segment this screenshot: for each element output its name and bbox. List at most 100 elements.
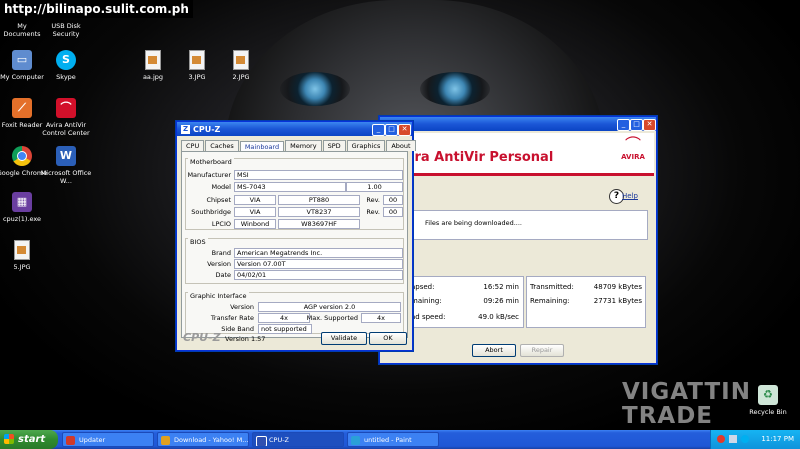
paint-icon — [351, 436, 360, 445]
close-button[interactable]: ✕ — [398, 124, 411, 136]
desktop-icon-label: 5.JPG — [13, 263, 31, 271]
site-watermark: http://bilinapo.sulit.com.ph — [0, 0, 193, 18]
field-label: Brand — [211, 249, 231, 257]
bios-date-value: 04/02/01 — [234, 270, 403, 280]
maximize-button[interactable]: □ — [385, 124, 398, 136]
abort-button[interactable]: Abort — [472, 344, 516, 357]
avira-tray-icon[interactable] — [717, 435, 725, 443]
desktop-icon-label: cpuz(1).exe — [2, 215, 42, 223]
avira-updater-icon — [66, 436, 75, 445]
word-document-icon: W — [56, 146, 76, 166]
skype-tray-icon[interactable] — [741, 435, 749, 443]
stat-label: Transmitted: — [530, 283, 574, 291]
clock[interactable]: 11:17 PM — [761, 435, 794, 443]
cpuz-footer: CPU-Z Version 1.57 Validate OK — [181, 330, 408, 346]
field-label: Transfer Rate — [210, 314, 254, 322]
desktop-icon-label: My Documents — [3, 22, 41, 38]
start-button[interactable]: start — [0, 430, 58, 449]
tab-cpu[interactable]: CPU — [181, 140, 205, 151]
tab-memory[interactable]: Memory — [285, 140, 322, 151]
stat-value: 48709 kBytes — [593, 283, 642, 291]
desktop-icon-5-jpg[interactable]: 5.JPG — [0, 240, 54, 271]
stat-label: maining: — [411, 297, 442, 305]
logo-watermark-line: VIGATTIN — [622, 379, 751, 405]
ok-button[interactable]: OK — [369, 332, 407, 345]
skype-icon: S — [56, 50, 76, 70]
cpuz-brand: CPU-Z — [183, 331, 221, 344]
bios-group: BIOS Brand American Megatrends Inc. Vers… — [185, 238, 404, 284]
window-title: CPU-Z — [193, 124, 221, 134]
avira-window: _ □ ✕ ira AntiVir Personal ⌒ AVIRA ? Hel… — [379, 116, 657, 364]
help-link[interactable]: Help — [622, 192, 638, 200]
taskbar-item-yahoo-download[interactable]: Download - Yahoo! M... — [157, 432, 249, 447]
field-label: Max. Supported — [306, 314, 358, 322]
maximize-button[interactable]: □ — [630, 119, 643, 131]
model-value: MS-7043 — [234, 182, 346, 192]
desktop-icon-skype[interactable]: S Skype — [34, 50, 98, 81]
tab-spd[interactable]: SPD — [322, 140, 346, 151]
cpuz-tab-strip: CPU Caches Mainboard Memory SPD Graphics… — [181, 140, 416, 152]
cpuz-window: Z CPU-Z _ □ ✕ CPU Caches Mainboard Memor… — [176, 121, 416, 351]
foxit-reader-icon: ⟋ — [12, 98, 32, 118]
avira-logo: ⌒ AVIRA — [620, 137, 646, 162]
field-label: Chipset — [206, 196, 231, 204]
taskbar-item-paint[interactable]: untitled - Paint — [347, 432, 439, 447]
field-label: Version — [230, 303, 254, 311]
field-label: Date — [215, 271, 231, 279]
repair-button[interactable]: Repair — [520, 344, 564, 357]
desktop-icon-2-jpg[interactable]: 2.JPG — [209, 50, 273, 81]
browser-icon — [161, 436, 170, 445]
tab-about[interactable]: About — [386, 140, 416, 151]
bios-version-value: Version 07.00T — [234, 259, 403, 269]
minimize-button[interactable]: _ — [617, 119, 630, 131]
mainboard-panel: Motherboard Manufacturer MSI Model MS-70… — [181, 151, 408, 338]
desktop-icon-label: 3.JPG — [188, 73, 206, 81]
stat-value: 09:26 min — [483, 297, 519, 305]
tab-graphics[interactable]: Graphics — [346, 140, 386, 151]
desktop-icon-label: Skype — [56, 73, 76, 81]
stat-label: Remaining: — [530, 297, 570, 305]
stat-label: apsed: — [411, 283, 435, 291]
stat-label: ad speed: — [411, 313, 446, 321]
logo-watermark-line: TRADE — [622, 403, 714, 429]
stat-value: 49.0 kB/sec — [478, 313, 519, 321]
windows-logo-icon — [4, 434, 14, 444]
bios-brand-value: American Megatrends Inc. — [234, 248, 403, 258]
field-label: Rev. — [366, 208, 380, 216]
system-tray: 11:17 PM — [710, 430, 800, 449]
avira-logo-text: AVIRA — [621, 153, 645, 161]
taskbar-item-label: Updater — [79, 436, 106, 444]
desktop-icon-cpuz-exe[interactable]: ▦ cpuz(1).exe — [0, 192, 54, 223]
validate-button[interactable]: Validate — [321, 332, 367, 345]
desktop-icon-usb-disk-security[interactable]: USB Disk Security — [40, 22, 92, 38]
network-tray-icon[interactable] — [729, 435, 737, 443]
southbridge-revision-value: 00 — [383, 207, 403, 217]
start-label: start — [18, 434, 46, 445]
avira-titlebar[interactable] — [380, 117, 656, 131]
desktop-icon-avira-control-center[interactable]: ⌒ Avira AntiVir Control Center — [34, 98, 98, 137]
field-label: Version — [207, 260, 231, 268]
field-label: Manufacturer — [187, 171, 231, 179]
max-supported-value: 4x — [361, 313, 401, 323]
image-file-icon — [233, 50, 249, 70]
lpcio-value: W83697HF — [278, 219, 360, 229]
taskbar-item-label: Download - Yahoo! M... — [174, 436, 249, 444]
southbridge-value: VT8237 — [278, 207, 360, 217]
image-file-icon — [14, 240, 30, 260]
minimize-button[interactable]: _ — [372, 124, 385, 136]
taskbar: start Updater Download - Yahoo! M... CPU… — [0, 430, 800, 449]
avira-icon: ⌒ — [56, 98, 76, 118]
close-button[interactable]: ✕ — [643, 119, 656, 131]
taskbar-item-updater[interactable]: Updater — [62, 432, 154, 447]
computer-icon: ▭ — [12, 50, 32, 70]
logo-watermark: VIGATTIN TRADE — [622, 380, 751, 428]
desktop-icon-microsoft-office-word[interactable]: W Microsoft Office W... — [34, 146, 98, 185]
chipset-revision-value: 00 — [383, 195, 403, 205]
stat-value: 27731 kBytes — [593, 297, 642, 305]
lpcio-vendor-value: Winbond — [234, 219, 276, 229]
recycle-bin-icon: ♻ — [758, 385, 778, 405]
group-title: Motherboard — [188, 158, 234, 166]
tab-caches[interactable]: Caches — [205, 140, 239, 151]
taskbar-item-cpuz[interactable]: CPU-Z — [252, 432, 344, 447]
avira-header: ira AntiVir Personal ⌒ AVIRA — [382, 133, 654, 176]
